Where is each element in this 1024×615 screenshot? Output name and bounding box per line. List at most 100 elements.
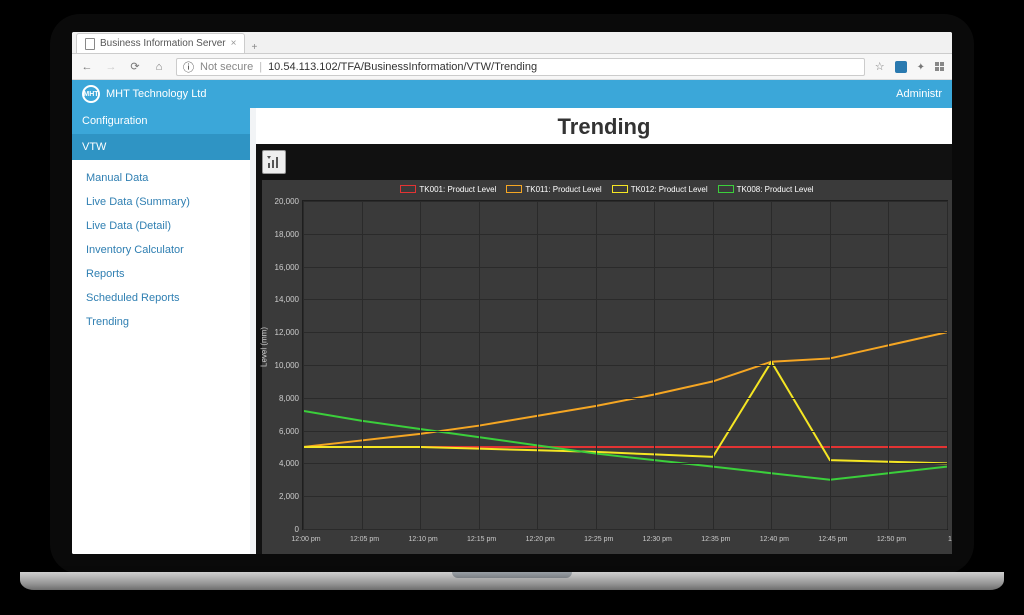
y-tick-label: 8,000 — [267, 394, 299, 403]
main-content: Trending TK001: Product Level TK011: Prod… — [250, 108, 952, 554]
browser-tab-bar: Business Information Server × + — [72, 32, 952, 54]
legend-label: TK011: Product Level — [525, 185, 601, 194]
y-tick-label: 20,000 — [267, 197, 299, 206]
legend-item[interactable]: TK011: Product Level — [506, 185, 601, 194]
x-gridline: 12:15 pm — [479, 201, 480, 529]
x-tick-label: 12:35 pm — [700, 536, 732, 543]
x-tick-label: 12:15 pm — [466, 536, 498, 543]
chart-axes: 02,0004,0006,0008,00010,00012,00014,0001… — [302, 200, 948, 530]
bookmark-icon[interactable] — [875, 60, 885, 73]
y-gridline: 4,000 — [303, 463, 947, 464]
x-tick-label: 12:20 pm — [524, 536, 556, 543]
sidebar-links: Manual Data Live Data (Summary) Live Dat… — [72, 160, 250, 340]
sidebar-item-live-data-summary[interactable]: Live Data (Summary) — [72, 190, 250, 214]
chart-container: TK001: Product Level TK011: Product Level… — [256, 144, 952, 554]
y-gridline: 0 — [303, 529, 947, 530]
series-line — [303, 411, 947, 480]
browser-tab[interactable]: Business Information Server × — [76, 33, 245, 53]
x-gridline: 12:00 pm — [303, 201, 304, 529]
x-gridline: 12:35 pm — [713, 201, 714, 529]
x-gridline: 12:25 pm — [596, 201, 597, 529]
url-field[interactable]: ⓘ Not secure | 10.54.113.102/TFA/Busines… — [176, 58, 865, 76]
y-gridline: 6,000 — [303, 431, 947, 432]
url-text: 10.54.113.102/TFA/BusinessInformation/VT… — [268, 61, 537, 73]
legend-label: TK012: Product Level — [631, 185, 708, 194]
y-tick-label: 16,000 — [267, 263, 299, 272]
sidebar-item-reports[interactable]: Reports — [72, 262, 250, 286]
sidebar-item-inventory-calculator[interactable]: Inventory Calculator — [72, 238, 250, 262]
legend-item[interactable]: TK008: Product Level — [718, 185, 814, 194]
brand-name: MHT Technology Ltd — [106, 88, 206, 100]
x-gridline: 12:40 pm — [771, 201, 772, 529]
y-gridline: 12,000 — [303, 332, 947, 333]
page-icon — [85, 38, 95, 50]
x-tick-label: 12:30 pm — [641, 536, 673, 543]
y-gridline: 8,000 — [303, 398, 947, 399]
chart-legend: TK001: Product Level TK011: Product Level… — [262, 182, 952, 196]
brand[interactable]: MHT MHT Technology Ltd — [82, 85, 206, 103]
legend-item[interactable]: TK012: Product Level — [612, 185, 708, 194]
chart-tool-icon — [266, 154, 282, 170]
sidebar-item-scheduled-reports[interactable]: Scheduled Reports — [72, 286, 250, 310]
x-tick-label: 12:05 pm — [349, 536, 381, 543]
user-menu[interactable]: Administr — [896, 88, 942, 100]
x-gridline: 12:50 pm — [888, 201, 889, 529]
brand-logo-icon: MHT — [82, 85, 100, 103]
legend-label: TK008: Product Level — [737, 185, 814, 194]
reload-button[interactable]: ⟳ — [128, 60, 142, 73]
new-tab-button[interactable]: + — [245, 42, 263, 53]
x-tick-label: 12:50 pm — [875, 536, 907, 543]
sidebar-section-configuration[interactable]: Configuration — [72, 108, 250, 134]
apps-icon[interactable] — [935, 62, 944, 71]
app-header: MHT MHT Technology Ltd Administr — [72, 80, 952, 108]
legend-swatch — [612, 185, 628, 193]
laptop-base — [20, 572, 1004, 590]
tab-title: Business Information Server — [100, 38, 226, 49]
laptop-frame: Business Information Server × + ← → ⟳ ⌂ … — [50, 14, 974, 574]
x-gridline: 12:30 pm — [654, 201, 655, 529]
extension-icon[interactable] — [895, 61, 907, 73]
forward-button[interactable]: → — [104, 61, 118, 73]
x-tick-label: 12:25 pm — [583, 536, 615, 543]
y-gridline: 2,000 — [303, 496, 947, 497]
home-button[interactable]: ⌂ — [152, 61, 166, 73]
browser-address-bar: ← → ⟳ ⌂ ⓘ Not secure | 10.54.113.102/TFA… — [72, 54, 952, 80]
legend-swatch — [506, 185, 522, 193]
legend-swatch — [400, 185, 416, 193]
legend-label: TK001: Product Level — [419, 185, 496, 194]
x-tick-label: 12:40 pm — [758, 536, 790, 543]
x-tick-label: 1 — [934, 536, 952, 543]
close-tab-icon[interactable]: × — [231, 38, 237, 49]
security-label: Not secure — [200, 61, 253, 73]
y-gridline: 20,000 — [303, 201, 947, 202]
x-tick-label: 12:10 pm — [407, 536, 439, 543]
y-tick-label: 0 — [267, 525, 299, 534]
legend-item[interactable]: TK001: Product Level — [400, 185, 496, 194]
screen: Business Information Server × + ← → ⟳ ⌂ … — [72, 32, 952, 554]
y-tick-label: 4,000 — [267, 459, 299, 468]
y-tick-label: 6,000 — [267, 427, 299, 436]
favorites-icon[interactable] — [917, 61, 925, 73]
browser-right-icons — [875, 60, 944, 73]
sidebar-item-live-data-detail[interactable]: Live Data (Detail) — [72, 214, 250, 238]
chart-settings-button[interactable] — [262, 150, 286, 174]
back-button[interactable]: ← — [80, 61, 94, 73]
sidebar-item-manual-data[interactable]: Manual Data — [72, 166, 250, 190]
x-gridline: 12:45 pm — [830, 201, 831, 529]
page-title: Trending — [256, 108, 952, 144]
x-gridline: 1 — [947, 201, 948, 529]
y-tick-label: 12,000 — [267, 328, 299, 337]
legend-swatch — [718, 185, 734, 193]
x-gridline: 12:05 pm — [362, 201, 363, 529]
y-gridline: 16,000 — [303, 267, 947, 268]
chart-plot[interactable]: TK001: Product Level TK011: Product Level… — [262, 180, 952, 554]
x-tick-label: 12:45 pm — [817, 536, 849, 543]
x-gridline: 12:10 pm — [420, 201, 421, 529]
y-tick-label: 2,000 — [267, 492, 299, 501]
y-gridline: 14,000 — [303, 299, 947, 300]
sidebar-item-trending[interactable]: Trending — [72, 310, 250, 334]
y-gridline: 18,000 — [303, 234, 947, 235]
sidebar-section-vtw[interactable]: VTW — [72, 134, 250, 160]
y-tick-label: 18,000 — [267, 230, 299, 239]
x-tick-label: 12:00 pm — [290, 536, 322, 543]
